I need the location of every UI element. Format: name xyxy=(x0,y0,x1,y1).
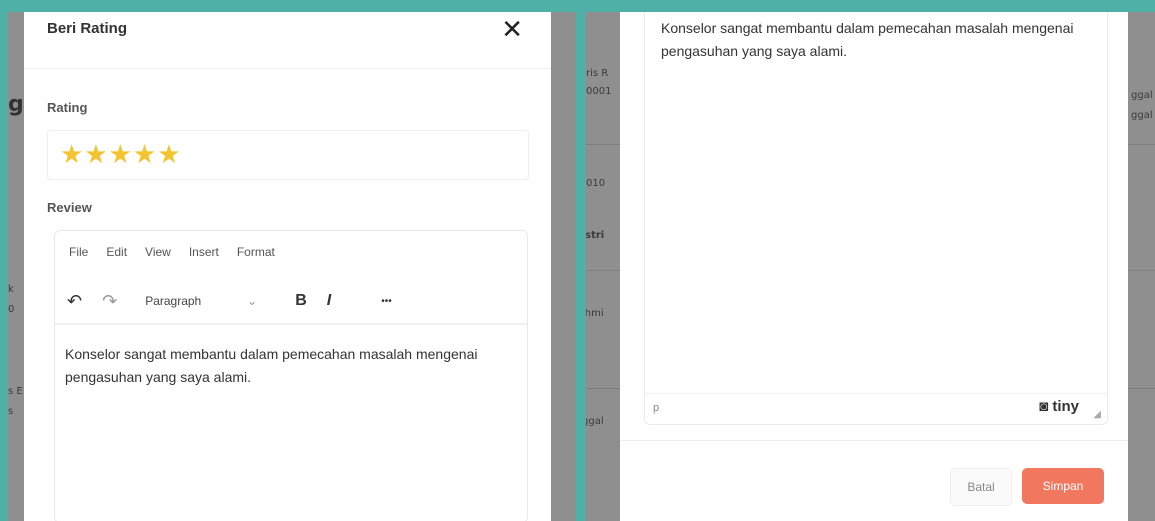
chevron-down-icon: ⌄ xyxy=(247,294,258,308)
menu-file[interactable]: File xyxy=(69,245,88,259)
review-editor: Konselor sangat membantu dalam pemecahan… xyxy=(644,12,1108,425)
background-heading-fragment: g xyxy=(8,92,24,117)
editor-statusbar: p ◙ tiny ◢ xyxy=(645,393,1107,424)
close-icon[interactable]: ✕ xyxy=(501,16,523,42)
background-text-fragment: ris R xyxy=(586,68,609,79)
more-options-icon[interactable]: ••• xyxy=(381,296,392,307)
background-text-fragment: 0 xyxy=(8,304,15,315)
editor-menubar: File Edit View Insert Format xyxy=(69,245,275,259)
rating-label: Rating xyxy=(47,100,88,115)
background-divider xyxy=(586,144,620,145)
menu-edit[interactable]: Edit xyxy=(106,245,127,259)
bold-button[interactable]: B xyxy=(295,292,307,310)
resize-handle-icon[interactable]: ◢ xyxy=(1093,409,1101,420)
background-text-fragment: 'hmi xyxy=(586,308,604,319)
review-text[interactable]: Konselor sangat membantu dalam pemecahan… xyxy=(661,17,1077,63)
background-divider xyxy=(586,270,620,271)
menu-insert[interactable]: Insert xyxy=(189,245,219,259)
modal-header: Beri Rating ✕ xyxy=(24,12,551,69)
left-screenshot-panel: g k 0 s E s Beri Rating ✕ Rating ★★★★★ R… xyxy=(8,12,576,521)
background-text-fragment: s xyxy=(8,406,14,417)
review-label: Review xyxy=(47,200,92,215)
background-divider xyxy=(1128,144,1155,145)
background-text-fragment: ggal xyxy=(586,416,604,427)
right-screenshot-panel: ris R 0001 010 ustri 'hmi ggal ggal ggal… xyxy=(586,12,1155,521)
tiny-brand-link[interactable]: ◙ tiny xyxy=(1039,398,1079,415)
background-text-fragment: ggal xyxy=(1131,90,1153,101)
background-text-fragment: k xyxy=(8,284,14,295)
block-format-value: Paragraph xyxy=(145,294,202,308)
tiny-brand-label: tiny xyxy=(1052,398,1079,415)
italic-button[interactable]: I xyxy=(327,292,331,310)
redo-icon[interactable]: ↷ xyxy=(102,291,117,312)
background-divider xyxy=(1128,388,1155,389)
editor-toolbar: ↶ ↷ Paragraph ⌄ B I ••• xyxy=(67,283,527,319)
tiny-logo-icon: ◙ xyxy=(1039,398,1049,415)
menu-view[interactable]: View xyxy=(145,245,171,259)
background-divider xyxy=(1128,270,1155,271)
modal-footer-divider xyxy=(620,440,1128,441)
background-text-fragment: ggal xyxy=(1131,110,1153,121)
review-editor: File Edit View Insert Format ↶ ↷ Paragra… xyxy=(54,230,528,521)
rating-modal: Beri Rating ✕ Rating ★★★★★ Review File E… xyxy=(24,12,551,521)
background-text-fragment: 010 xyxy=(586,178,606,189)
menu-format[interactable]: Format xyxy=(237,245,275,259)
rating-input[interactable]: ★★★★★ xyxy=(47,130,529,180)
undo-icon[interactable]: ↶ xyxy=(67,291,82,312)
toolbar-divider xyxy=(55,323,527,325)
element-path[interactable]: p xyxy=(653,402,659,414)
background-text-fragment: s E xyxy=(8,386,23,397)
cancel-button[interactable]: Batal xyxy=(950,468,1012,506)
background-divider xyxy=(586,388,620,389)
review-text[interactable]: Konselor sangat membantu dalam pemecahan… xyxy=(65,343,507,389)
star-rating[interactable]: ★★★★★ xyxy=(60,139,182,170)
block-format-select[interactable]: Paragraph ⌄ xyxy=(137,288,265,314)
rating-modal-scrolled: Konselor sangat membantu dalam pemecahan… xyxy=(620,12,1128,521)
background-text-fragment: ustri xyxy=(586,230,605,241)
save-button[interactable]: Simpan xyxy=(1022,468,1104,504)
modal-title: Beri Rating xyxy=(47,20,128,37)
background-text-fragment: 0001 xyxy=(586,86,612,97)
